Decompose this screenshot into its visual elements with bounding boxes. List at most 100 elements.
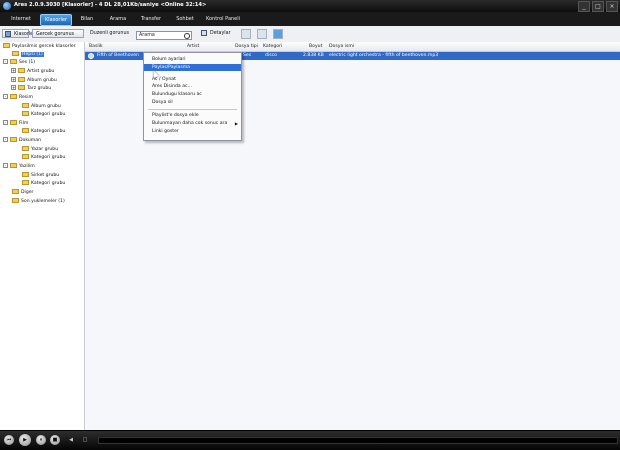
- tree-root[interactable]: Paylasilmis gercek klasorler: [3, 43, 76, 50]
- tab-transfer[interactable]: Transfer: [136, 14, 166, 24]
- tree-item-audio[interactable]: - Ses (1): [3, 59, 35, 66]
- menu-item-search-more[interactable]: Bulunmayan daha cok sonuc ara ▶: [144, 120, 241, 127]
- expand-icon[interactable]: +: [11, 68, 16, 73]
- submenu-arrow-icon: ▶: [234, 121, 238, 126]
- tab-bilan[interactable]: Bilan: [74, 14, 100, 24]
- menu-item-search-more-label: Bulunmayan daha cok sonuc ara: [152, 121, 228, 126]
- collapse-icon[interactable]: -: [3, 94, 8, 99]
- edit-view-toggle[interactable]: Duzenli gorunus: [90, 31, 129, 36]
- column-size[interactable]: Boyut: [309, 42, 322, 51]
- close-button[interactable]: ×: [606, 1, 618, 12]
- tree-item-label: Sirket grubu: [31, 173, 60, 178]
- column-filename[interactable]: Dosya ismi: [329, 42, 354, 51]
- title-bar: Ares 2.0.9.3030 [Klasorler] - 4 DL 28,01…: [0, 0, 620, 12]
- expand-icon[interactable]: +: [11, 85, 16, 90]
- details-label: Detaylar: [210, 31, 231, 36]
- tree-item-label: Dokuman: [19, 138, 41, 143]
- folder-icon: [12, 198, 19, 203]
- folder-icon: [18, 68, 25, 73]
- previous-button[interactable]: ⏮: [4, 435, 14, 445]
- collapse-icon[interactable]: -: [3, 163, 8, 168]
- tree-item-label: Hepsi (1): [21, 52, 44, 57]
- tree-item-label: Yazar grubu: [31, 147, 59, 152]
- details-button[interactable]: Detaylar: [199, 29, 234, 38]
- menu-item-section-settings[interactable]: Bolum ayarlari: [144, 56, 241, 63]
- tree-item-film[interactable]: - Film: [3, 120, 28, 127]
- tree-item-label: Son yuklemeler (1): [21, 199, 65, 204]
- folder-icon: [22, 180, 29, 185]
- folders-button[interactable]: Klasorler: [2, 29, 35, 38]
- cell-title: Fifth of Beethoven: [97, 53, 139, 58]
- folder-icon: [12, 189, 19, 194]
- tree-item-document[interactable]: - Dokuman: [3, 137, 41, 144]
- tree-item-label: Kategori grubu: [31, 112, 66, 117]
- tab-arama[interactable]: Arama: [104, 14, 132, 24]
- maximize-button[interactable]: □: [592, 1, 604, 12]
- folder-tree-icon: [5, 31, 11, 37]
- tree-item-label: Film: [19, 121, 29, 126]
- expand-icon[interactable]: +: [11, 77, 16, 82]
- menu-item-add-to-playlist[interactable]: Playlist'e dosya ekle: [144, 112, 241, 119]
- tree-item-document-category[interactable]: Kategori grubu: [22, 154, 65, 161]
- folder-icon: [3, 43, 10, 48]
- volume-icon[interactable]: ◀: [66, 435, 76, 445]
- menu-item-open-external[interactable]: Ares Disinda ac...: [144, 83, 241, 90]
- minimize-button[interactable]: _: [578, 1, 590, 12]
- pause-button[interactable]: ⏸: [36, 435, 46, 445]
- player-progress-bar[interactable]: [98, 437, 618, 444]
- main-navigation: Internet Klasorler Bilan Arama Transfer …: [0, 12, 620, 26]
- cell-category: disco: [265, 53, 277, 58]
- tree-item-other[interactable]: Diger: [12, 189, 33, 196]
- tree-item-all[interactable]: Hepsi (1): [12, 51, 44, 58]
- folder-icon: [18, 77, 25, 82]
- folder-tree-panel: Paylasilmis gercek klasorler Hepsi (1) -…: [0, 42, 85, 430]
- tree-item-label: Diger: [21, 190, 34, 195]
- tree-item-album-group[interactable]: + Album grubu: [11, 77, 57, 84]
- column-artist[interactable]: Artist: [187, 42, 199, 51]
- collapse-icon[interactable]: -: [3, 137, 8, 142]
- actual-view-label: Gercek gorunus: [36, 32, 74, 37]
- delete-icon[interactable]: [241, 29, 251, 39]
- collapse-icon[interactable]: -: [3, 59, 8, 64]
- tree-item-software-category[interactable]: Kategori grubu: [22, 180, 65, 187]
- tree-item-artist-group[interactable]: + Artist grubu: [11, 68, 54, 75]
- column-category[interactable]: Kategori: [263, 42, 282, 51]
- tree-item-image-category[interactable]: Kategori grubu: [22, 111, 65, 118]
- menu-item-show-link[interactable]: Linki goster: [144, 128, 241, 135]
- tree-item-recent-downloads[interactable]: Son yuklemeler (1): [12, 198, 65, 205]
- collapse-icon[interactable]: -: [3, 120, 8, 125]
- tab-sohbet[interactable]: Sohbet: [170, 14, 200, 24]
- menu-item-open-play[interactable]: Ac / Oynat: [144, 76, 241, 83]
- tree-item-label: Album grubu: [31, 104, 61, 109]
- folder-icon: [22, 172, 29, 177]
- menu-item-open-folder[interactable]: Bulundugu klasoru ac: [144, 91, 241, 98]
- tree-item-film-category[interactable]: Kategori grubu: [22, 128, 65, 135]
- column-file-type[interactable]: Dosya tipi: [235, 42, 258, 51]
- tree-item-company-group[interactable]: Sirket grubu: [22, 172, 59, 179]
- save-icon[interactable]: [257, 29, 267, 39]
- tree-item-author-group[interactable]: Yazar grubu: [22, 146, 58, 153]
- search-input[interactable]: Arama: [136, 31, 192, 40]
- tree-item-software[interactable]: - Yazilim: [3, 163, 35, 170]
- folder-icon: [12, 51, 19, 56]
- tree-item-label: Yazilim: [19, 164, 35, 169]
- tree-root-label: Paylasilmis gercek klasorler: [12, 44, 76, 49]
- tree-item-image[interactable]: - Resim: [3, 94, 33, 101]
- menu-item-delete-file[interactable]: Dosya sil: [144, 99, 241, 106]
- actual-view-button[interactable]: Gercek gorunus: [32, 29, 84, 38]
- tree-item-label: Resim: [19, 95, 33, 100]
- tab-klasorler[interactable]: Klasorler: [40, 14, 72, 26]
- menu-item-share-toggle[interactable]: Paylas/Paylasma: [144, 64, 241, 71]
- refresh-icon[interactable]: [273, 29, 283, 39]
- play-button[interactable]: ▶: [19, 434, 31, 446]
- minimize-player-icon[interactable]: □: [80, 435, 90, 445]
- column-title[interactable]: Baslik: [89, 42, 103, 51]
- stop-button[interactable]: ■: [50, 435, 60, 445]
- cell-type: Ses: [243, 53, 252, 58]
- cell-filename: electric light orchestra - fifth of beet…: [329, 53, 439, 58]
- tree-item-genre-group[interactable]: + Tarz grubu: [11, 85, 51, 92]
- tree-item-image-album[interactable]: Album grubu: [22, 103, 61, 110]
- tab-kontrol-paneli[interactable]: Kontrol Paneli: [204, 14, 242, 24]
- folder-icon: [10, 59, 17, 64]
- tab-internet[interactable]: Internet: [6, 14, 36, 24]
